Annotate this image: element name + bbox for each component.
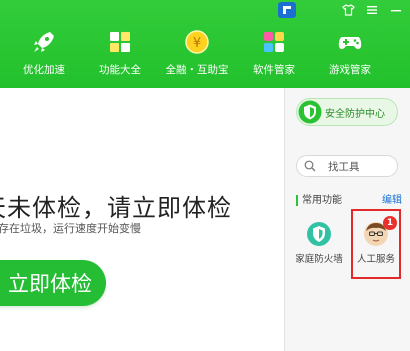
start-checkup-button[interactable]: 立即体检 [0,260,106,306]
shield-icon [298,100,322,124]
nav-all-features[interactable]: 功能大全 [89,28,151,84]
software-icon [264,32,284,52]
app-window: 优化加速 功能大全 ¥ 全融・互助宝 软件管家 游戏管家 天未体检，请立即体检 … [0,0,410,351]
tool-family-firewall[interactable]: 家庭防火墙 [293,213,345,273]
nav-label: 软件管家 [253,64,295,76]
security-center-label: 安全防护中心 [325,108,385,120]
nav-label: 优化加速 [23,64,65,76]
main-content: 天未体检，请立即体检 存在垃圾，运行速度开始变慢 立即体检 [0,88,284,351]
rocket-icon [34,32,54,52]
tool-human-service[interactable]: 人工服务 1 [351,209,401,279]
nav-game-manager[interactable]: 游戏管家 [319,28,381,84]
menu-icon[interactable] [364,2,380,18]
minimize-icon[interactable] [388,2,404,18]
nav-optimize-speed[interactable]: 优化加速 [13,28,75,84]
search-icon [304,160,316,172]
tool-search-input[interactable]: 找工具 [296,155,398,177]
notification-badge: 1 [383,216,397,230]
nav-software-manager[interactable]: 软件管家 [243,28,305,84]
security-center-button[interactable]: 安全防护中心 [296,98,398,126]
gamepad-icon [338,37,362,49]
brand-logo-icon [278,2,296,18]
nav-finance[interactable]: ¥ 全融・互助宝 [165,28,229,84]
common-tools-title: 常用功能 [296,195,342,206]
window-controls [340,0,410,20]
tool-label: 家庭防火墙 [295,254,343,265]
svg-text:¥: ¥ [193,36,201,51]
search-placeholder: 找工具 [328,160,360,173]
coin-icon: ¥ [185,30,209,54]
grid-icon [110,32,130,52]
tool-label: 人工服务 [356,254,395,265]
edit-link[interactable]: 编辑 [382,195,402,206]
checkup-subline: 存在垃圾，运行速度开始变慢 [0,222,141,235]
top-navigation-bar: 优化加速 功能大全 ¥ 全融・互助宝 软件管家 游戏管家 [0,0,410,88]
nav-label: 全融・互助宝 [165,64,229,76]
nav-label: 游戏管家 [329,64,371,76]
skin-icon[interactable] [340,2,356,18]
right-panel: 安全防护中心 找工具 常用功能 编辑 家庭防火墙 人工服务 1 [284,88,410,351]
firewall-icon [307,222,331,246]
nav-label: 功能大全 [99,64,141,76]
checkup-headline: 天未体检，请立即体检 [0,194,232,222]
